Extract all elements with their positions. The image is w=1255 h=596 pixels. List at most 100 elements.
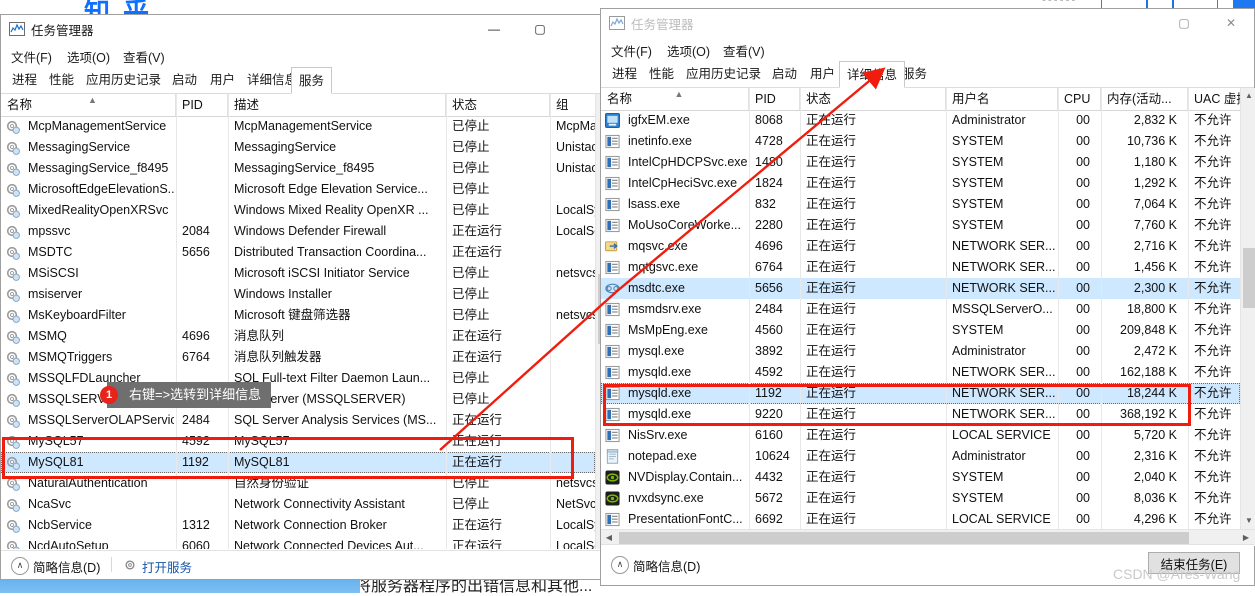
table-row[interactable]: IntelCpHeciSvc.exe 1824 正在运行 SYSTEM 00 1,292 … [601, 173, 1240, 194]
right-maximize-button[interactable]: ▢ [1161, 9, 1207, 37]
table-row[interactable]: igfxEM.exe 8068 正在运行 Administrator 00 2,832 K… [601, 110, 1240, 131]
services-list[interactable]: 名称 ▲ PID 描述 状态 组 McpManagementService McpM… [1, 94, 595, 549]
services-col-name[interactable]: 名称 ▲ [1, 94, 176, 116]
table-row[interactable]: NcbService 1312 Network Connection Broker 正… [1, 515, 595, 536]
table-row[interactable]: MySQL57 4592 MySQL57 正在运行 [1, 431, 595, 452]
table-row[interactable]: msdtc.exe 5656 正在运行 NETWORK SER... 00 2,300 K… [601, 278, 1240, 299]
table-row[interactable]: mqtgsvc.exe 6764 正在运行 NETWORK SER... 00 1,456… [601, 257, 1240, 278]
table-row[interactable]: MessagingService MessagingService 已停止 Unist… [1, 137, 595, 158]
services-col-desc[interactable]: 描述 [228, 94, 446, 116]
left-menu-view[interactable]: 查看(V) [120, 46, 168, 67]
left-maximize-button[interactable]: ▢ [517, 15, 563, 43]
table-row[interactable]: NcdAutoSetup 6060 Network Connected Device… [1, 536, 595, 549]
table-row[interactable]: mpssvc 2084 Windows Defender Firewall 正在运行 L… [1, 221, 595, 242]
right-window-titlebar[interactable]: 任务管理器 ▢ ✕ [601, 9, 1254, 37]
left-tab-startup[interactable]: 启动 [165, 68, 204, 93]
details-col-name[interactable]: 名称 ▲ [601, 88, 749, 110]
table-row[interactable]: inetinfo.exe 4728 正在运行 SYSTEM 00 10,736 K 不允许 [601, 131, 1240, 152]
table-row[interactable]: MixedRealityOpenXRSvc Windows Mixed Reali… [1, 200, 595, 221]
table-row[interactable]: MySQL81 1192 MySQL81 正在运行 [1, 452, 595, 473]
left-summary-label[interactable]: 简略信息(D) [33, 557, 100, 576]
table-row[interactable]: MSMQTriggers 6764 消息队列触发器 正在运行 [1, 347, 595, 368]
table-row[interactable]: PresentationFontC... 6692 正在运行 LOCAL SERVIC… [601, 509, 1240, 529]
table-row[interactable]: nvxdsync.exe 5672 正在运行 SYSTEM 00 8,036 K 不允许 [601, 488, 1240, 509]
right-summary-label[interactable]: 简略信息(D) [633, 556, 700, 575]
details-col-pid[interactable]: PID [749, 88, 800, 110]
task-manager-window-details[interactable]: 任务管理器 ▢ ✕ 文件(F) 选项(O) 查看(V) 进程 性能 应用历史记录… [600, 8, 1255, 586]
left-menubar[interactable]: 文件(F) 选项(O) 查看(V) [1, 43, 609, 67]
scroll-down-icon[interactable]: ▼ [1241, 513, 1255, 529]
table-row[interactable]: MSDTC 5656 Distributed Transaction Coordin… [1, 242, 595, 263]
details-col-memory[interactable]: 内存(活动... [1101, 88, 1188, 110]
collapse-chevron-icon[interactable]: ∧ [11, 557, 29, 575]
table-row[interactable]: IntelCpHDCPSvc.exe 1480 正在运行 SYSTEM 00 1,180 … [601, 152, 1240, 173]
open-services-link[interactable]: 打开服务 [142, 557, 192, 576]
task-manager-window-services[interactable]: 任务管理器 — ▢ 文件(F) 选项(O) 查看(V) 进程 性能 应用历史记录… [0, 14, 612, 580]
table-row[interactable]: MSSQLFDLauncher SQL Full-text Filter Daem… [1, 368, 595, 389]
right-tab-performance[interactable]: 性能 [642, 62, 681, 87]
services-col-pid[interactable]: PID [176, 94, 228, 116]
services-rows[interactable]: McpManagementService McpManagementService… [1, 116, 595, 549]
table-row[interactable]: MessagingService_f8495 MessagingService_f… [1, 158, 595, 179]
right-tabstrip[interactable]: 进程 性能 应用历史记录 启动 用户 详细信息 服务 [601, 61, 1254, 88]
details-col-uac[interactable]: UAC 虚拟化 [1188, 88, 1240, 110]
table-row[interactable]: NcaSvc Network Connectivity Assistant 已停止 N… [1, 494, 595, 515]
details-col-status[interactable]: 状态 [800, 88, 946, 110]
details-rows[interactable]: igfxEM.exe 8068 正在运行 Administrator 00 2,832 K… [601, 110, 1240, 529]
details-scroll-thumb[interactable] [1243, 248, 1255, 308]
left-window-titlebar[interactable]: 任务管理器 — ▢ [1, 15, 609, 43]
table-row[interactable]: NVDisplay.Contain... 4432 正在运行 SYSTEM 00 2,04… [601, 467, 1240, 488]
table-row[interactable]: MSiSCSI Microsoft iSCSI Initiator Service… [1, 263, 595, 284]
table-row[interactable]: msmdsrv.exe 2484 正在运行 MSSQLServerO... 00 18,8… [601, 299, 1240, 320]
services-header-row[interactable]: 名称 ▲ PID 描述 状态 组 [1, 94, 595, 117]
table-row[interactable]: mqsvc.exe 4696 正在运行 NETWORK SER... 00 2,716 K… [601, 236, 1240, 257]
table-row[interactable]: lsass.exe 832 正在运行 SYSTEM 00 7,064 K 不允许 [601, 194, 1240, 215]
table-row[interactable]: NisSrv.exe 6160 正在运行 LOCAL SERVICE 00 5,720 K… [601, 425, 1240, 446]
table-row[interactable]: MsMpEng.exe 4560 正在运行 SYSTEM 00 209,848 K 不允许 [601, 320, 1240, 341]
right-tab-users[interactable]: 用户 [803, 62, 842, 87]
table-row[interactable]: msiserver Windows Installer 已停止 [1, 284, 595, 305]
right-menu-options[interactable]: 选项(O) [664, 40, 713, 61]
left-menu-options[interactable]: 选项(O) [64, 46, 113, 67]
right-menubar[interactable]: 文件(F) 选项(O) 查看(V) [601, 37, 1254, 61]
table-row[interactable]: notepad.exe 10624 正在运行 Administrator 00 2,316… [601, 446, 1240, 467]
collapse-chevron-icon[interactable]: ∧ [611, 556, 629, 574]
left-statusbar[interactable]: ∧ 简略信息(D) 打开服务 [1, 550, 609, 579]
scroll-up-icon[interactable]: ▲ [1241, 88, 1255, 104]
left-tab-users[interactable]: 用户 [203, 68, 242, 93]
details-header-row[interactable]: 名称▲ PID 状态 用户名 CPU 内存(活动... UAC 虚拟化 [601, 88, 1240, 111]
table-row[interactable]: mysqld.exe 9220 正在运行 NETWORK SER... 00 368,19… [601, 404, 1240, 425]
table-row[interactable]: MSMQ 4696 消息队列 正在运行 [1, 326, 595, 347]
table-row[interactable]: MSSQLSERVER SQL Server (MSSQLSERVER) 已停止 [1, 389, 595, 410]
details-vertical-scrollbar[interactable]: ▲ ▼ [1240, 88, 1255, 529]
table-row[interactable]: MsKeyboardFilter Microsoft 键盘筛选器 已停止 netsvc… [1, 305, 595, 326]
left-tab-services[interactable]: 服务 [291, 67, 333, 94]
table-row[interactable]: mysqld.exe 1192 正在运行 NETWORK SER... 00 18,244… [601, 383, 1240, 404]
table-row[interactable]: MicrosoftEdgeElevationS... Microsoft Edge… [1, 179, 595, 200]
services-col-status[interactable]: 状态 [446, 94, 550, 116]
details-list[interactable]: 名称▲ PID 状态 用户名 CPU 内存(活动... UAC 虚拟化 igfx… [601, 88, 1240, 529]
left-menu-file[interactable]: 文件(F) [8, 46, 55, 67]
table-row[interactable]: MSSQLServerOLAPService 2484 SQL Server Ana… [1, 410, 595, 431]
right-tab-startup[interactable]: 启动 [765, 62, 804, 87]
left-tab-app-history[interactable]: 应用历史记录 [79, 68, 168, 93]
services-col-group[interactable]: 组 [550, 94, 595, 116]
right-tab-app-history[interactable]: 应用历史记录 [679, 62, 768, 87]
left-tabstrip[interactable]: 进程 性能 应用历史记录 启动 用户 详细信息 服务 [1, 67, 609, 94]
details-col-cpu[interactable]: CPU [1058, 88, 1101, 110]
right-menu-file[interactable]: 文件(F) [608, 40, 655, 61]
table-row[interactable]: MoUsoCoreWorke... 2280 正在运行 SYSTEM 00 7,760 K… [601, 215, 1240, 236]
right-menu-view[interactable]: 查看(V) [720, 40, 768, 61]
table-row[interactable]: mysql.exe 3892 正在运行 Administrator 00 2,472 K 不… [601, 341, 1240, 362]
right-tab-processes[interactable]: 进程 [605, 62, 644, 87]
details-col-user[interactable]: 用户名 [946, 88, 1058, 110]
details-hscroll-thumb[interactable] [619, 532, 1189, 544]
left-tab-processes[interactable]: 进程 [5, 68, 44, 93]
left-tab-performance[interactable]: 性能 [42, 68, 81, 93]
table-row[interactable]: NaturalAuthentication 自然身份验证 已停止 netsvcs [1, 473, 595, 494]
right-close-button[interactable]: ✕ [1208, 9, 1254, 37]
right-tab-details[interactable]: 详细信息 [839, 61, 906, 88]
table-row[interactable]: McpManagementService McpManagementService… [1, 116, 595, 137]
table-row[interactable]: mysqld.exe 4592 正在运行 NETWORK SER... 00 162,18… [601, 362, 1240, 383]
left-minimize-button[interactable]: — [471, 15, 517, 43]
